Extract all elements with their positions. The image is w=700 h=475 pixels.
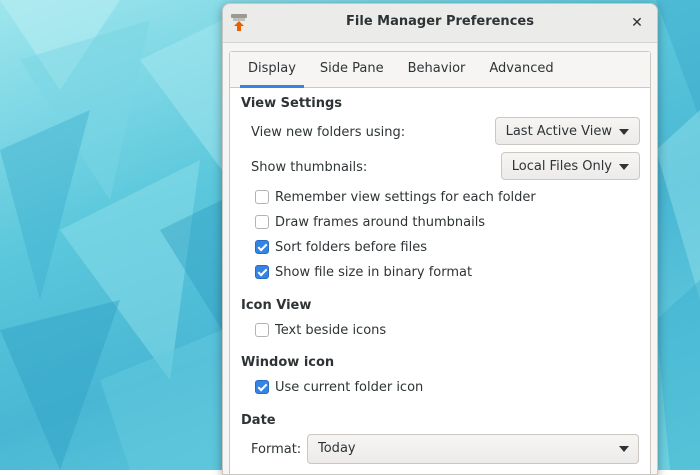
tab-side-pane[interactable]: Side Pane — [308, 52, 396, 87]
date-format-dropdown[interactable]: Today — [307, 434, 639, 464]
binary-size-label: Show file size in binary format — [275, 264, 473, 280]
view-new-folders-label: View new folders using: — [251, 125, 406, 140]
draw-frames-checkbox[interactable] — [255, 215, 269, 229]
sort-folders-checkbox[interactable] — [255, 240, 269, 254]
date-format-value: Today — [318, 441, 356, 456]
close-icon[interactable]: ✕ — [627, 13, 647, 33]
sort-folders-option[interactable]: Sort folders before files — [255, 238, 427, 256]
view-new-folders-dropdown[interactable]: Last Active View — [494, 117, 640, 145]
preferences-notebook: Display Side Pane Behavior Advanced View… — [229, 51, 651, 474]
tab-bar: Display Side Pane Behavior Advanced — [230, 52, 650, 88]
chevron-down-icon — [619, 128, 629, 135]
text-beside-icons-label: Text beside icons — [275, 322, 387, 338]
view-settings-heading: View Settings — [241, 96, 343, 111]
draw-frames-label: Draw frames around thumbnails — [275, 214, 486, 230]
tab-display[interactable]: Display — [236, 52, 308, 88]
show-thumbnails-dropdown[interactable]: Local Files Only — [500, 152, 640, 180]
chevron-down-icon — [619, 163, 629, 170]
show-thumbnails-label: Show thumbnails: — [251, 160, 368, 175]
remember-view-settings-option[interactable]: Remember view settings for each folder — [255, 188, 536, 206]
text-beside-icons-checkbox[interactable] — [255, 323, 269, 337]
window-icon-heading: Window icon — [241, 355, 335, 370]
tab-advanced[interactable]: Advanced — [477, 52, 565, 87]
window-title: File Manager Preferences — [346, 14, 534, 29]
tab-behavior[interactable]: Behavior — [396, 52, 478, 87]
show-thumbnails-value: Local Files Only — [511, 159, 612, 174]
sort-folders-label: Sort folders before files — [275, 239, 427, 255]
text-beside-icons-option[interactable]: Text beside icons — [255, 321, 386, 339]
chevron-down-icon — [619, 446, 629, 452]
current-folder-icon-option[interactable]: Use current folder icon — [255, 378, 423, 396]
view-new-folders-value: Last Active View — [505, 124, 612, 139]
date-format-label: Format: — [251, 442, 302, 457]
binary-size-option[interactable]: Show file size in binary format — [255, 263, 472, 281]
icon-view-heading: Icon View — [241, 298, 312, 313]
binary-size-checkbox[interactable] — [255, 265, 269, 279]
draw-frames-option[interactable]: Draw frames around thumbnails — [255, 213, 485, 231]
date-heading: Date — [241, 413, 276, 428]
remember-view-settings-checkbox[interactable] — [255, 190, 269, 204]
preferences-window: File Manager Preferences ✕ Display Side … — [222, 3, 658, 475]
window-titlebar[interactable]: File Manager Preferences ✕ — [223, 4, 657, 43]
remember-view-settings-label: Remember view settings for each folder — [275, 189, 536, 205]
current-folder-icon-label: Use current folder icon — [275, 379, 424, 395]
current-folder-icon-checkbox[interactable] — [255, 380, 269, 394]
